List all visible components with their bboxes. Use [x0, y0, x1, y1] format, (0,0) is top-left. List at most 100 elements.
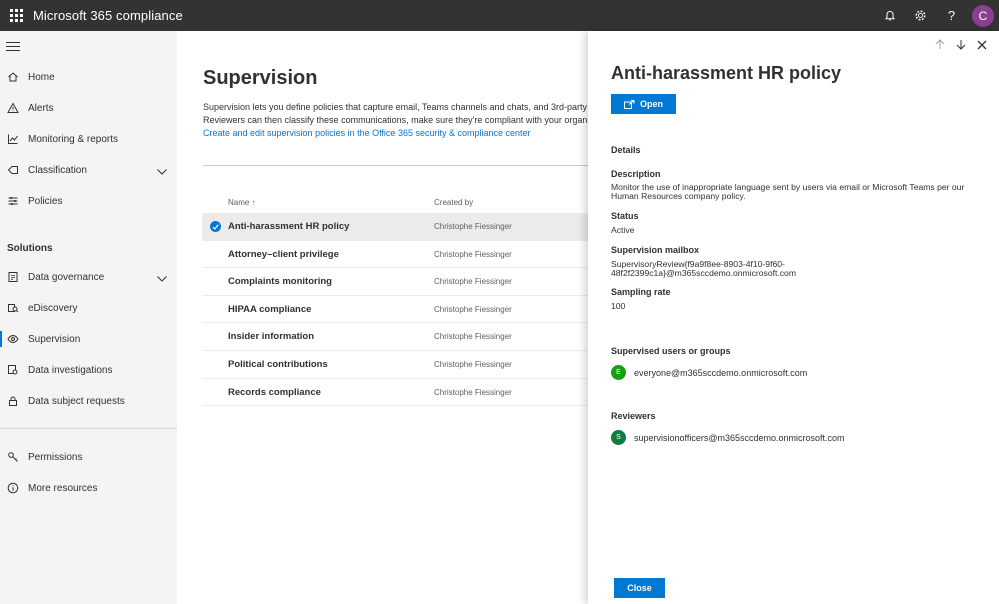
investigation-icon — [6, 363, 20, 377]
supervised-user-persona: E everyone@m365sccdemo.onmicrosoft.com — [611, 365, 807, 380]
sidebar-item-label: Data subject requests — [28, 395, 125, 407]
policy-name: Anti-harassment HR policy — [228, 221, 350, 232]
lock-icon — [6, 394, 20, 408]
status-label: Status — [611, 211, 639, 221]
policy-name: HIPAA compliance — [228, 303, 312, 315]
arrow-up-icon[interactable] — [932, 37, 947, 52]
sidebar-item-home[interactable]: Home — [0, 62, 177, 92]
sidebar-item-label: More resources — [28, 482, 98, 494]
policy-creator: Christophe Fiessinger — [434, 222, 512, 231]
policy-creator: Christophe Fiessinger — [434, 332, 512, 342]
eye-icon — [6, 332, 20, 346]
app-title[interactable]: Microsoft 365 compliance — [33, 8, 183, 23]
details-heading: Details — [611, 145, 641, 155]
sidebar: Home Alerts Monitoring & reports Classif… — [0, 31, 177, 604]
arrow-down-icon[interactable] — [953, 37, 968, 52]
sliders-icon — [6, 194, 20, 208]
chevron-down-icon[interactable] — [157, 271, 167, 285]
details-panel: Anti-harassment HR policy Open Details D… — [588, 31, 999, 604]
reviewers-label: Reviewers — [611, 411, 656, 421]
sidebar-item-ediscovery[interactable]: eDiscovery — [0, 293, 177, 323]
sidebar-item-label: Classification — [28, 164, 87, 176]
sampling-rate-label: Sampling rate — [611, 287, 671, 297]
sidebar-divider — [0, 428, 177, 429]
table-row[interactable]: Insider information Christophe Fiessinge… — [202, 323, 588, 351]
hamburger-icon[interactable] — [6, 42, 20, 54]
avatar: E — [611, 365, 626, 380]
policy-creator: Christophe Fiessinger — [434, 304, 512, 314]
open-button[interactable]: Open — [611, 94, 676, 114]
reviewer-email: supervisionofficers@m365sccdemo.onmicros… — [634, 432, 845, 443]
top-bar: Microsoft 365 compliance ? C — [0, 0, 999, 31]
policy-name: Insider information — [228, 331, 315, 343]
avatar: S — [611, 430, 626, 445]
sidebar-item-label: Data governance — [28, 271, 105, 283]
table-row[interactable]: Complaints monitoring Christophe Fiessin… — [202, 268, 588, 296]
avatar[interactable]: C — [972, 4, 994, 27]
sidebar-item-more-resources[interactable]: More resources — [0, 473, 177, 503]
column-header-created-by[interactable]: Created by — [434, 198, 473, 207]
description-label: Description — [611, 169, 661, 179]
status-value: Active — [611, 225, 635, 235]
mailbox-label: Supervision mailbox — [611, 245, 700, 255]
table-row[interactable]: Political contributions Christophe Fiess… — [202, 351, 588, 379]
sampling-rate-value: 100 — [611, 301, 626, 311]
close-icon[interactable] — [974, 37, 989, 52]
table-row[interactable]: Records compliance Christophe Fiessinger — [202, 379, 588, 407]
table-row[interactable]: Anti-harassment HR policy Christophe Fie… — [202, 213, 588, 241]
sidebar-item-supervision[interactable]: Supervision — [0, 324, 177, 354]
main-content: Supervision Supervision lets you define … — [177, 31, 588, 604]
help-icon[interactable]: ? — [936, 0, 967, 31]
policy-creator: Christophe Fiessinger — [434, 359, 512, 369]
sidebar-item-data-governance[interactable]: Data governance — [0, 262, 177, 292]
sidebar-item-label: Alerts — [28, 102, 54, 114]
table-row[interactable]: Attorney–client privilege Christophe Fie… — [202, 241, 588, 269]
supervised-user-email: everyone@m365sccdemo.onmicrosoft.com — [634, 367, 808, 378]
sidebar-item-data-subject-requests[interactable]: Data subject requests — [0, 386, 177, 416]
description-line: Reviewers can then classify these commun… — [203, 115, 588, 125]
sidebar-item-monitoring-reports[interactable]: Monitoring & reports — [0, 124, 177, 154]
sidebar-item-label: Policies — [28, 195, 63, 207]
reviewer-persona: S supervisionofficers@m365sccdemo.onmicr… — [611, 430, 845, 445]
policy-name: Attorney–client privilege — [228, 248, 339, 260]
policy-creator: Christophe Fiessinger — [434, 387, 512, 397]
section-label-solutions: Solutions — [7, 243, 53, 254]
page-description: Supervision lets you define policies tha… — [203, 101, 588, 140]
checkmark-icon[interactable] — [210, 221, 221, 232]
info-icon — [6, 481, 20, 495]
sidebar-item-data-investigations[interactable]: Data investigations — [0, 355, 177, 385]
table-row[interactable]: HIPAA compliance Christophe Fiessinger — [202, 296, 588, 324]
policy-creator: Christophe Fiessinger — [434, 277, 512, 287]
sidebar-item-policies[interactable]: Policies — [0, 186, 177, 216]
sidebar-item-label: Supervision — [28, 333, 81, 345]
app-launcher-icon[interactable] — [4, 0, 28, 31]
sidebar-item-classification[interactable]: Classification — [0, 155, 177, 185]
mailbox-value-line2: 48f2f2399c1a}@m365sccdemo.onmicrosoft.co… — [611, 268, 796, 278]
sidebar-item-label: eDiscovery — [28, 302, 78, 314]
ediscovery-icon — [6, 301, 20, 315]
sidebar-item-permissions[interactable]: Permissions — [0, 442, 177, 472]
policy-name: Complaints monitoring — [228, 276, 332, 288]
tag-icon — [6, 163, 20, 177]
content-divider — [203, 165, 588, 166]
chevron-down-icon[interactable] — [157, 164, 167, 178]
description-line: Supervision lets you define policies tha… — [203, 102, 588, 112]
open-button-label: Open — [639, 99, 663, 109]
chart-icon — [6, 132, 20, 146]
table-header: Name ↑ Created by — [202, 191, 588, 213]
open-external-icon — [623, 99, 635, 109]
key-icon — [6, 450, 20, 464]
policy-creator: Christophe Fiessinger — [434, 249, 512, 259]
sidebar-item-label: Permissions — [28, 451, 83, 463]
security-center-link[interactable]: Create and edit supervision policies in … — [203, 127, 588, 140]
page-title: Supervision — [203, 67, 318, 89]
bell-icon[interactable] — [874, 0, 905, 31]
description-value: Monitor the use of inappropriate languag… — [611, 182, 965, 201]
gear-icon[interactable] — [905, 0, 936, 31]
column-header-name[interactable]: Name ↑ — [228, 198, 256, 207]
close-button[interactable]: Close — [614, 578, 665, 598]
policies-table: Name ↑ Created by Anti-harassment HR pol… — [202, 191, 588, 407]
sidebar-item-label: Home — [28, 71, 55, 83]
sidebar-item-alerts[interactable]: Alerts — [0, 93, 177, 123]
policy-name: Political contributions — [228, 358, 328, 370]
